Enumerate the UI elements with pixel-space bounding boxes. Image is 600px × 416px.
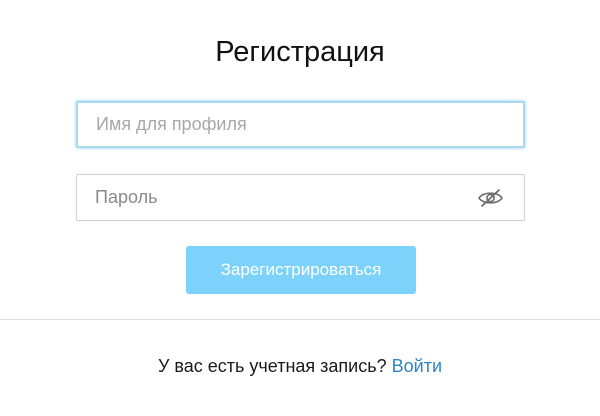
login-question: У вас есть учетная запись? — [157, 356, 387, 376]
username-field[interactable] — [76, 101, 525, 148]
username-input[interactable] — [78, 103, 523, 146]
page-title: Регистрация — [215, 36, 385, 68]
registration-page: Регистрация Зарегистрироваться У вас ест… — [0, 0, 600, 416]
password-field[interactable] — [76, 174, 525, 221]
eye-slash-icon[interactable] — [477, 188, 504, 208]
login-prompt: У вас есть учетная запись? Войти — [0, 355, 600, 377]
register-button[interactable]: Зарегистрироваться — [186, 246, 416, 294]
divider — [0, 319, 600, 320]
login-link[interactable]: Войти — [392, 356, 442, 376]
password-input[interactable] — [77, 175, 524, 220]
